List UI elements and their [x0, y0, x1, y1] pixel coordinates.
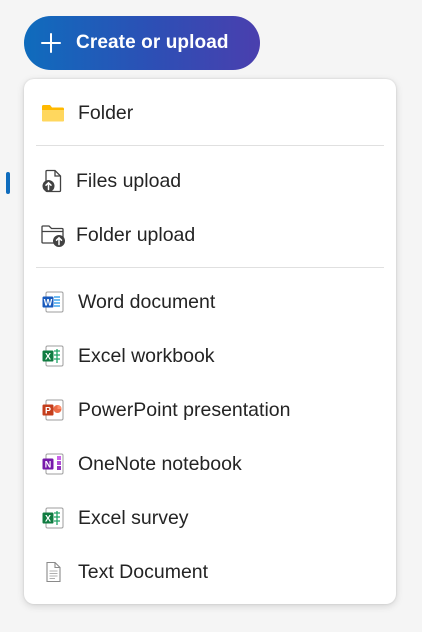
- menu-divider: [36, 145, 384, 146]
- menu-item-label: Text Document: [78, 560, 209, 583]
- create-menu: Folder Files upload Folder upload W Word…: [24, 79, 396, 604]
- menu-item-label: Files upload: [76, 169, 182, 192]
- powerpoint-icon: P: [40, 397, 66, 423]
- svg-text:N: N: [45, 459, 52, 469]
- menu-item-label: Folder: [78, 101, 134, 124]
- menu-item-powerpoint-presentation[interactable]: P PowerPoint presentation: [24, 383, 396, 437]
- menu-item-folder[interactable]: Folder: [24, 86, 396, 140]
- menu-item-text-document[interactable]: Text Document: [24, 545, 396, 599]
- excel-survey-icon: X: [40, 505, 66, 531]
- svg-text:P: P: [45, 405, 51, 415]
- menu-item-folder-upload[interactable]: Folder upload: [24, 208, 396, 262]
- create-or-upload-button[interactable]: Create or upload: [24, 16, 260, 70]
- menu-item-label: Word document: [78, 290, 216, 313]
- folder-icon: [40, 100, 66, 126]
- folder-upload-icon: [40, 222, 66, 248]
- menu-item-label: Folder upload: [76, 223, 196, 246]
- svg-text:W: W: [44, 297, 53, 307]
- onenote-icon: N: [40, 451, 66, 477]
- text-document-icon: [40, 559, 66, 585]
- menu-item-excel-survey[interactable]: X Excel survey: [24, 491, 396, 545]
- excel-icon: X: [40, 343, 66, 369]
- svg-text:X: X: [45, 351, 51, 361]
- word-icon: W: [40, 289, 66, 315]
- page: Create or upload Folder Files upload Fol…: [0, 0, 422, 632]
- menu-divider: [36, 267, 384, 268]
- menu-item-onenote-notebook[interactable]: N OneNote notebook: [24, 437, 396, 491]
- menu-item-excel-workbook[interactable]: X Excel workbook: [24, 329, 396, 383]
- file-upload-icon: [40, 168, 66, 194]
- menu-item-word-document[interactable]: W Word document: [24, 275, 396, 329]
- plus-icon: [40, 32, 62, 54]
- focus-indicator: [6, 172, 10, 194]
- menu-item-files-upload[interactable]: Files upload: [24, 154, 396, 208]
- create-button-label: Create or upload: [76, 32, 229, 53]
- menu-item-label: Excel workbook: [78, 344, 215, 367]
- svg-text:X: X: [45, 513, 51, 523]
- menu-item-label: PowerPoint presentation: [78, 398, 291, 421]
- menu-item-label: Excel survey: [78, 506, 189, 529]
- menu-item-label: OneNote notebook: [78, 452, 242, 475]
